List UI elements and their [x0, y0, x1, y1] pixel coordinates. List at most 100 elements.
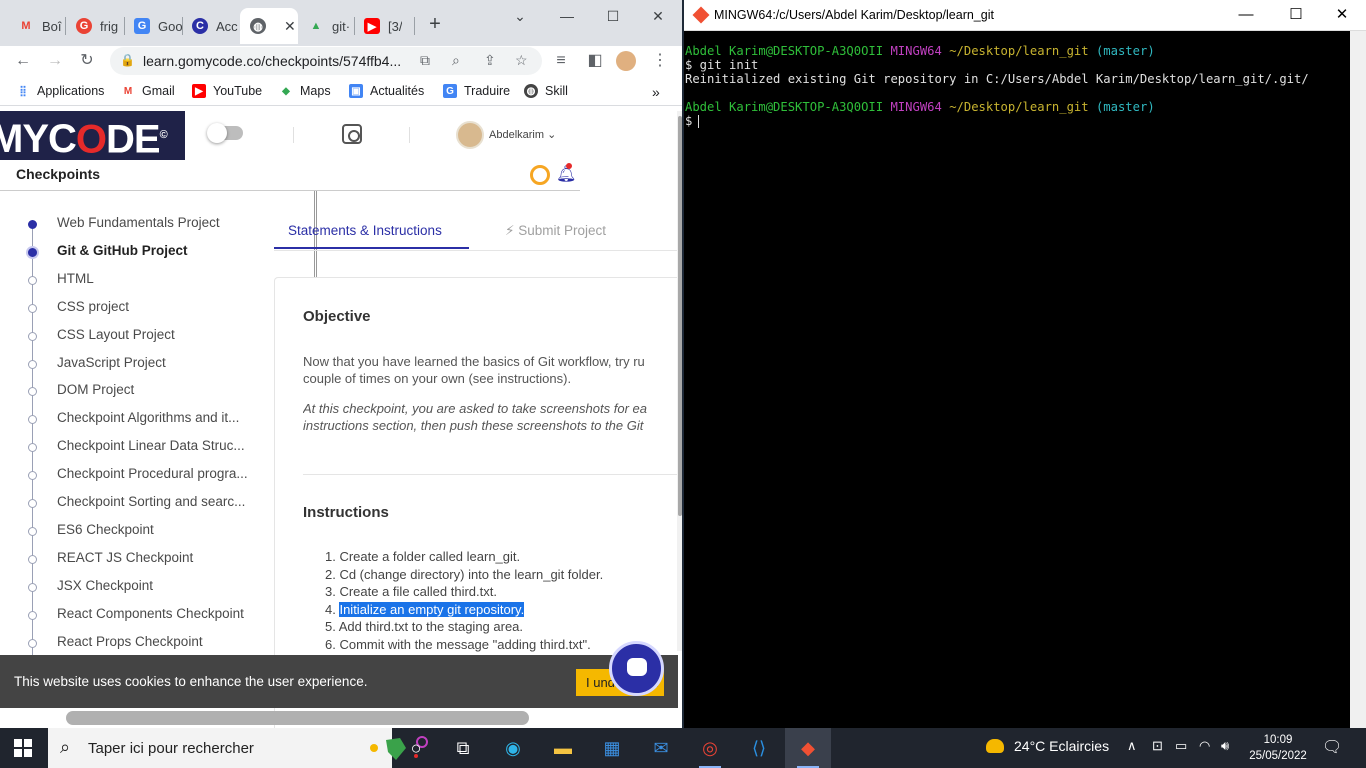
sidebar-item[interactable]: Git & GitHub Project — [0, 243, 270, 265]
zoom-icon[interactable]: ⌕ — [452, 52, 460, 69]
git-bash-window: MINGW64:/c/Users/Abdel Karim/Desktop/lea… — [684, 0, 1366, 728]
timeline-dot — [28, 359, 37, 369]
lock-icon[interactable]: 🔒 — [120, 53, 135, 67]
notification-center-icon[interactable]: 🗨︎ — [1322, 737, 1342, 757]
chrome-icon[interactable]: ◎ — [687, 728, 733, 768]
bookmark-traduire[interactable]: G Traduire — [443, 84, 510, 98]
screen-record-icon[interactable] — [342, 124, 362, 144]
bookmark-star-icon[interactable]: ☆ — [515, 52, 528, 69]
tab-google[interactable]: Gfrig — [66, 8, 124, 44]
user-menu[interactable]: Abdelkarim ⌄ — [489, 128, 556, 141]
share-icon[interactable]: ⇪ — [484, 52, 496, 69]
mail-icon[interactable]: ✉ — [638, 728, 684, 768]
tab-submit-project[interactable]: ⚡︎ Submit Project — [505, 223, 606, 239]
forward-icon[interactable]: → — [44, 50, 66, 72]
bookmark-applications[interactable]: ⣿ Applications — [16, 84, 104, 98]
terminal-titlebar: MINGW64:/c/Users/Abdel Karim/Desktop/lea… — [684, 0, 1366, 31]
side-panel-icon[interactable]: ◧ — [584, 50, 606, 72]
url-text[interactable]: learn.gomycode.co/checkpoints/574ffb4... — [143, 53, 401, 69]
timeline-dot — [28, 387, 37, 397]
timeline-dot — [28, 331, 37, 341]
sidebar-item[interactable]: JSX Checkpoint — [0, 578, 270, 600]
terminal-output[interactable]: Abdel Karim@DESKTOP-A3Q0OII MINGW64 ~/De… — [685, 44, 1345, 128]
timeline-dot — [28, 610, 37, 620]
tab-gmail[interactable]: M Boî — [8, 8, 63, 44]
terminal-scrollbar[interactable] — [1350, 31, 1366, 728]
sidebar-item[interactable]: Checkpoint Algorithms and it... — [0, 410, 270, 432]
minimize-button[interactable]: — — [555, 6, 579, 26]
maximize-button[interactable]: ☐ — [1283, 5, 1309, 25]
close-window-button[interactable]: ✕ — [1329, 5, 1355, 25]
tab-gomycode-account[interactable]: C Acc — [182, 8, 240, 44]
weather-widget[interactable]: 24°C Eclaircies — [986, 738, 1109, 754]
bookmark-youtube[interactable]: ▶ YouTube — [192, 84, 262, 98]
sidebar-item-label: CSS Layout Project — [57, 326, 175, 342]
bookmark-gmail[interactable]: M Gmail — [121, 84, 175, 98]
reload-icon[interactable]: ↻ — [76, 50, 98, 72]
sidebar-item[interactable]: CSS project — [0, 299, 270, 321]
battery-icon[interactable]: ▭ — [1175, 738, 1187, 754]
sync-icon[interactable] — [530, 165, 550, 185]
task-view-icon[interactable]: ⧉ — [440, 728, 486, 768]
reading-list-icon[interactable]: ≡ — [550, 50, 572, 72]
bookmark-actualites[interactable]: ▣ Actualités — [349, 84, 424, 98]
git-bash-icon[interactable]: ◆ — [785, 728, 831, 768]
sidebar-item[interactable]: React Components Checkpoint — [0, 606, 270, 628]
more-bookmarks-icon[interactable]: » — [652, 84, 660, 100]
tab-youtube[interactable]: ▶ [3/ — [354, 8, 412, 44]
sidebar-item-label: Checkpoint Sorting and searc... — [57, 494, 246, 509]
sidebar-item[interactable]: HTML — [0, 271, 270, 293]
chevron-up-icon[interactable]: ∧ — [1127, 738, 1137, 754]
sidebar-item[interactable]: Checkpoint Sorting and searc... — [0, 494, 270, 516]
sidebar-item[interactable]: CSS Layout Project — [0, 327, 270, 349]
tab-translate[interactable]: G Goo — [124, 8, 182, 44]
volume-icon[interactable]: 🔊︎ — [1221, 738, 1229, 754]
vscode-icon[interactable]: ⟨⟩ — [736, 728, 782, 768]
sidebar-item[interactable]: Web Fundamentals Project — [0, 215, 270, 237]
close-window-button[interactable]: ✕ — [646, 6, 670, 26]
profile-avatar[interactable] — [616, 51, 636, 71]
edge-icon[interactable]: ◉ — [490, 728, 536, 768]
sidebar-item[interactable]: Checkpoint Linear Data Struc... — [0, 438, 270, 460]
youtube-icon: ▶ — [192, 84, 206, 98]
theme-toggle[interactable] — [207, 123, 243, 143]
bookmark-maps[interactable]: ◆ Maps — [279, 84, 330, 98]
gomycode-logo[interactable]: MYCODE© — [0, 111, 185, 160]
avatar[interactable] — [456, 121, 484, 149]
text-cursor — [698, 115, 700, 128]
new-tab-button[interactable]: + — [423, 14, 447, 34]
page-scrollbar-thumb[interactable] — [678, 116, 682, 516]
bookmark-skill[interactable]: ◍ Skill — [524, 84, 568, 98]
store-icon[interactable]: ▦ — [589, 728, 635, 768]
cortana-icon[interactable]: ○ — [393, 728, 439, 768]
sidebar-item[interactable]: Checkpoint Procedural progra... — [0, 466, 270, 488]
meet-now-icon[interactable]: ⊡ — [1152, 738, 1163, 754]
horizontal-scrollbar[interactable] — [66, 711, 529, 725]
tab-drive[interactable]: ▲ git· — [298, 8, 354, 44]
taskbar-search[interactable]: ⌕ Taper ici pour rechercher — [48, 728, 428, 768]
wifi-icon[interactable]: ◠ — [1199, 738, 1210, 754]
address-bar[interactable]: 🔒 learn.gomycode.co/checkpoints/574ffb4.… — [110, 47, 542, 75]
chat-icon[interactable] — [609, 641, 664, 696]
menu-dots-icon[interactable]: ⋮ — [649, 50, 671, 72]
start-button[interactable] — [14, 739, 32, 757]
back-icon[interactable]: ← — [12, 50, 34, 72]
bookmarks-bar: ⣿ Applications M Gmail ▶ YouTube ◆ Maps ▣ Act… — [0, 78, 682, 106]
sidebar-item[interactable]: REACT JS Checkpoint — [0, 550, 270, 572]
clock[interactable]: 10:09 25/05/2022 — [1244, 732, 1312, 764]
sidebar-item[interactable]: JavaScript Project — [0, 355, 270, 377]
instructions-list: 1. Create a folder called learn_git. 2. … — [325, 548, 682, 653]
tab-statements[interactable]: Statements & Instructions — [274, 211, 469, 249]
tab-search-icon[interactable]: ⌄ — [508, 6, 532, 26]
sidebar-item[interactable]: DOM Project — [0, 382, 270, 404]
translate-page-icon[interactable]: ⧉ — [420, 52, 430, 69]
sidebar-item[interactable]: ES6 Checkpoint — [0, 522, 270, 544]
sidebar-item[interactable]: React Props Checkpoint — [0, 634, 270, 656]
close-tab-icon[interactable]: ✕ — [284, 18, 296, 35]
file-explorer-icon[interactable]: ▬ — [540, 728, 586, 768]
tab-active[interactable]: ◍ ✕ — [240, 8, 298, 44]
maximize-button[interactable]: ☐ — [601, 6, 625, 26]
objective-paragraph: Now that you have learned the basics of … — [303, 354, 645, 386]
selected-text[interactable]: Initialize an empty git repository. — [339, 601, 525, 617]
minimize-button[interactable]: — — [1233, 5, 1259, 25]
